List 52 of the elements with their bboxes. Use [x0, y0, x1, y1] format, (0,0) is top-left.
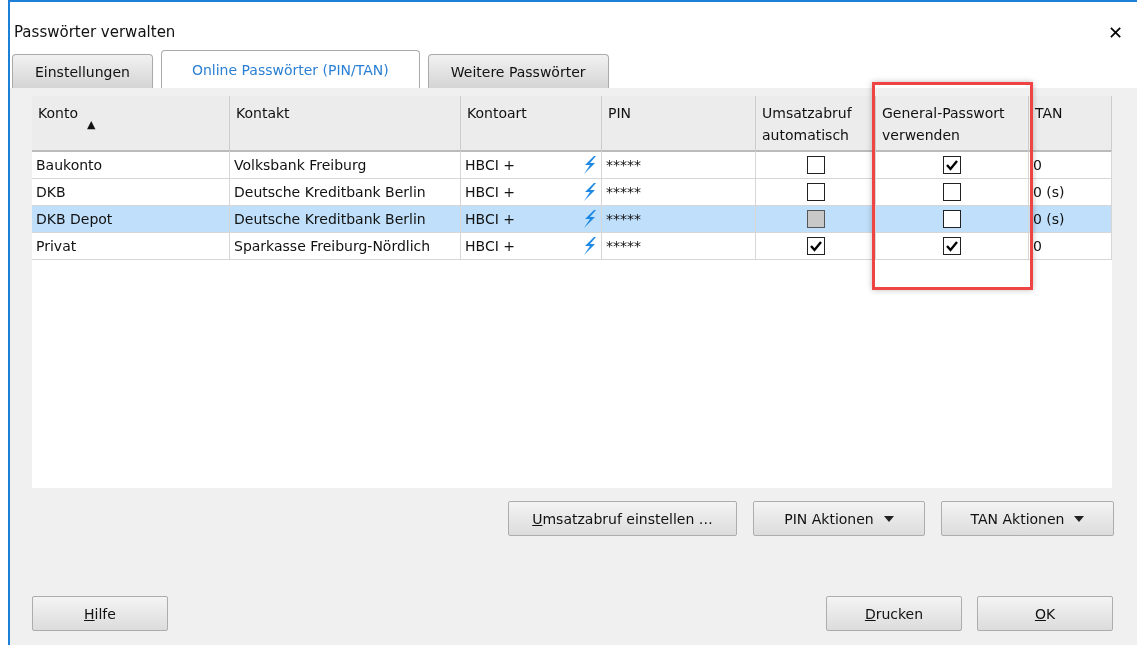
table-cell: Volksbank Freiburg	[234, 157, 367, 173]
checkbox[interactable]	[806, 183, 825, 201]
help-button[interactable]: Hilfe	[32, 596, 168, 631]
lightning-icon	[581, 236, 597, 256]
dialog-button[interactable]: Drucken	[826, 596, 962, 631]
table-cell: HBCI +	[465, 238, 515, 254]
table-cell: 0 (s)	[1033, 184, 1065, 200]
lightning-icon	[581, 182, 597, 202]
column-header[interactable]: Kontoart	[461, 96, 602, 152]
table-cell: Sparkasse Freiburg-Nördlich	[234, 238, 431, 254]
dialog-button[interactable]: OK	[977, 596, 1113, 631]
table-cell: Baukonto	[36, 157, 103, 173]
action-button[interactable]: PIN Aktionen	[753, 501, 925, 536]
table-row[interactable]: Privat Sparkasse Freiburg-Nördlich HBCI + ***** 0	[32, 233, 1112, 260]
close-button[interactable]: ✕	[1103, 21, 1127, 43]
table-cell: *****	[606, 157, 641, 173]
table-row[interactable]: Baukonto Volksbank Freiburg HBCI + ***** 0	[32, 152, 1112, 179]
table-cell: Deutsche Kreditbank Berlin	[234, 211, 426, 227]
lightning-icon	[581, 209, 597, 229]
action-button[interactable]: TAN Aktionen	[941, 501, 1114, 536]
column-header[interactable]: Kontakt	[230, 96, 461, 152]
table-cell: *****	[606, 238, 641, 254]
table-cell: DKB	[36, 184, 66, 200]
table-cell: 0	[1033, 157, 1042, 173]
checkbox[interactable]	[806, 156, 825, 174]
lightning-icon	[581, 155, 597, 175]
column-header[interactable]: PIN	[602, 96, 756, 152]
tab[interactable]: Weitere Passwörter	[427, 54, 609, 88]
table-cell: HBCI +	[465, 211, 515, 227]
tab[interactable]: Einstellungen	[12, 54, 153, 88]
checkbox[interactable]	[943, 237, 961, 255]
checkbox[interactable]	[943, 156, 961, 174]
checkbox[interactable]	[943, 183, 961, 201]
table-cell: Privat	[36, 238, 77, 254]
table-cell: HBCI +	[465, 184, 515, 200]
checkbox[interactable]	[943, 210, 961, 228]
tab[interactable]: Online Passwörter (PIN/TAN)	[160, 50, 420, 88]
table-cell: *****	[606, 211, 641, 227]
column-header[interactable]: General-Passwort verwenden	[876, 96, 1029, 152]
table-cell: 0 (s)	[1033, 211, 1065, 227]
column-header[interactable]: TAN	[1029, 96, 1112, 152]
window-title: Passwörter verwalten	[14, 23, 176, 41]
action-button[interactable]: Umsatzabruf einstellen …	[508, 501, 737, 536]
table-cell: DKB Depot	[36, 211, 113, 227]
table-cell: 0	[1033, 238, 1042, 254]
table-row[interactable]: DKB Depot Deutsche Kreditbank Berlin HBCI + ***** 0 (s)	[32, 206, 1112, 233]
table-cell: *****	[606, 184, 641, 200]
column-header[interactable]: Konto ▲	[32, 96, 230, 152]
checkbox[interactable]	[806, 237, 825, 255]
column-header[interactable]: Umsatzabruf automatisch	[756, 96, 876, 152]
table-cell: Deutsche Kreditbank Berlin	[234, 184, 426, 200]
table-cell: HBCI +	[465, 157, 515, 173]
